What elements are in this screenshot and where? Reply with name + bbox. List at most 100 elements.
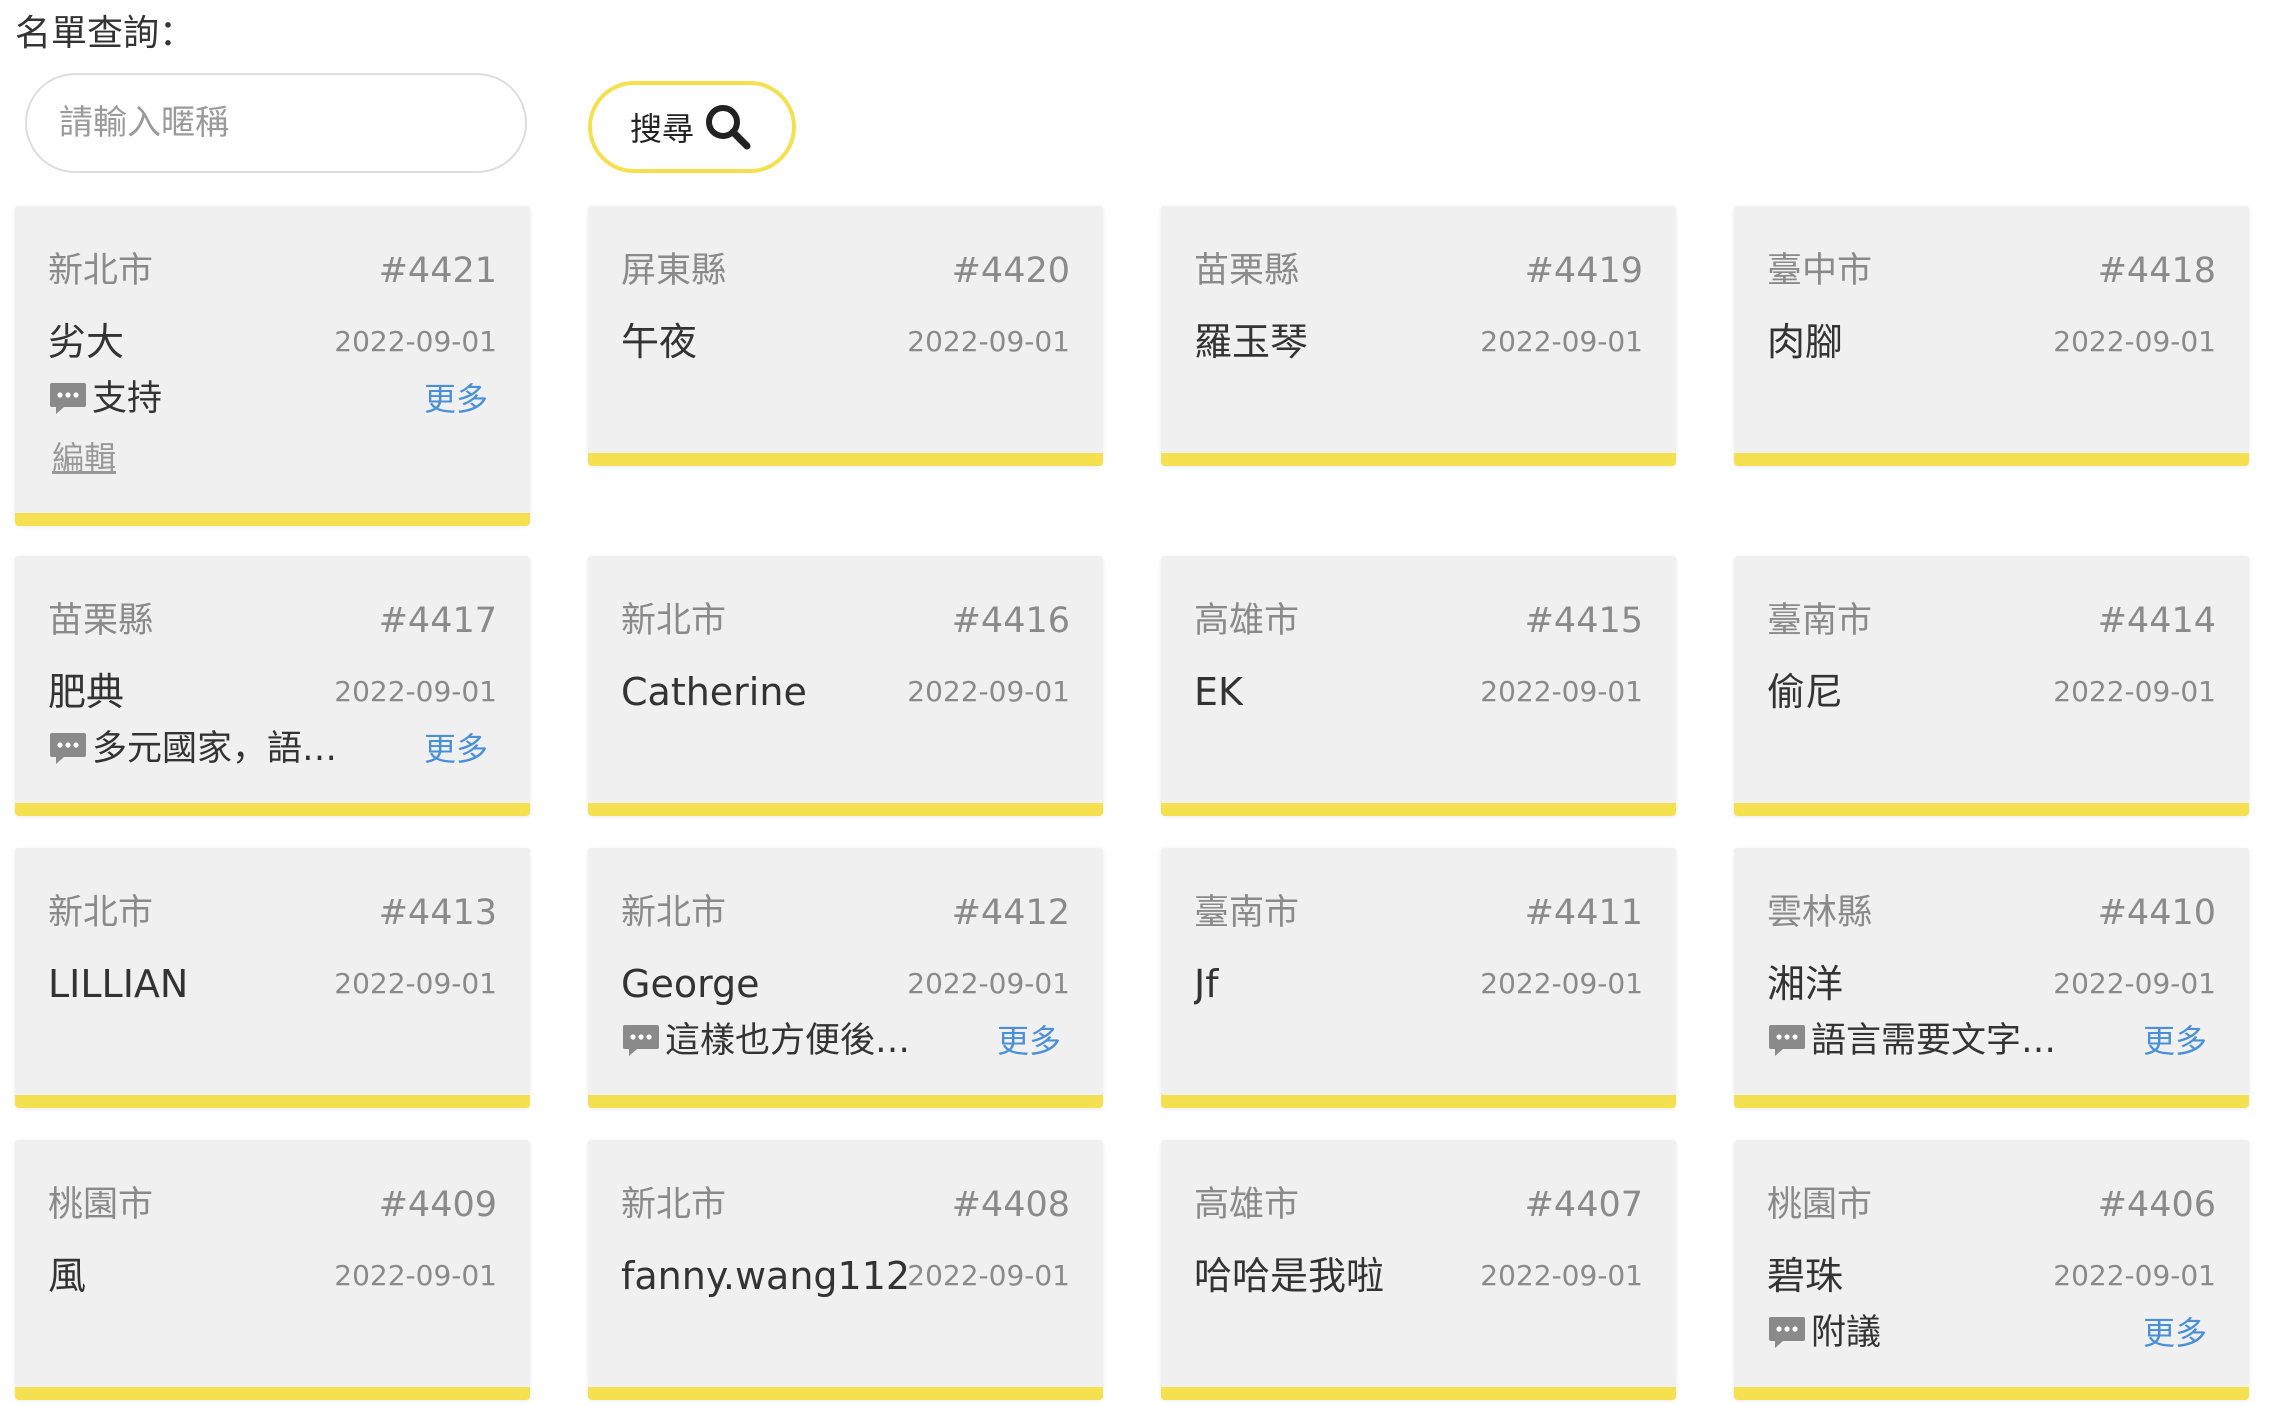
card-id: #4418 [2097, 251, 2216, 291]
card-date: 2022-09-01 [907, 675, 1070, 708]
card-id: #4410 [2097, 893, 2216, 933]
card-id: #4417 [378, 601, 497, 641]
card-nickname: 羅玉琴 [1194, 320, 1309, 364]
card-nickname: 午夜 [621, 320, 698, 364]
card-id: #4409 [378, 1185, 497, 1225]
more-link[interactable]: 更多 [2143, 1306, 2207, 1360]
card-nickname: fanny.wang112 [621, 1254, 911, 1298]
card-region: 桃園市 [48, 1185, 154, 1225]
card-nickname: 肥典 [48, 670, 125, 714]
card-date: 2022-09-01 [1480, 967, 1643, 1000]
card-nickname: 湘洋 [1767, 962, 1844, 1006]
card-date: 2022-09-01 [2053, 675, 2216, 708]
query-label: 名單查詢： [15, 13, 196, 54]
card-id: #4416 [951, 601, 1070, 641]
card-id: #4413 [378, 893, 497, 933]
card-message-text: 附議 [1811, 1313, 1882, 1353]
card-nickname: 風 [48, 1254, 87, 1298]
card-nickname: 哈哈是我啦 [1194, 1254, 1385, 1298]
card-region: 苗栗縣 [1194, 251, 1300, 291]
card-region: 臺南市 [1194, 893, 1300, 933]
card-message: 這樣也方便後… [621, 1014, 910, 1068]
card-region: 臺南市 [1767, 601, 1873, 641]
card-nickname: LILLIAN [48, 962, 189, 1006]
card-date: 2022-09-01 [2053, 967, 2216, 1000]
card-nickname: 偷尼 [1767, 670, 1844, 714]
member-card: 高雄市 #4407 哈哈是我啦 2022-09-01 [1161, 1140, 1676, 1400]
member-card: 桃園市 #4406 碧珠 2022-09-01 附議 更多 [1734, 1140, 2249, 1400]
card-date: 2022-09-01 [907, 1259, 1070, 1292]
card-nickname: 肉腳 [1767, 320, 1844, 364]
member-card: 新北市 #4416 Catherine 2022-09-01 [588, 556, 1103, 816]
card-nickname: 劣大 [48, 320, 125, 364]
more-link[interactable]: 更多 [2143, 1014, 2207, 1068]
card-date: 2022-09-01 [2053, 1259, 2216, 1292]
card-region: 苗栗縣 [48, 601, 154, 641]
card-region: 新北市 [48, 251, 154, 291]
more-link[interactable]: 更多 [997, 1014, 1061, 1068]
card-region: 新北市 [621, 601, 727, 641]
card-id: #4408 [951, 1185, 1070, 1225]
card-message: 附議 [1767, 1306, 1881, 1360]
search-button-label: 搜尋 [629, 110, 694, 148]
member-card: 高雄市 #4415 EK 2022-09-01 [1161, 556, 1676, 816]
card-id: #4419 [1524, 251, 1643, 291]
card-date: 2022-09-01 [1480, 325, 1643, 358]
card-date: 2022-09-01 [334, 325, 497, 358]
member-card: 桃園市 #4409 風 2022-09-01 [15, 1140, 530, 1400]
card-date: 2022-09-01 [2053, 325, 2216, 358]
card-region: 雲林縣 [1767, 893, 1873, 933]
more-link[interactable]: 更多 [424, 372, 488, 426]
search-icon [702, 101, 754, 153]
card-id: #4421 [378, 251, 497, 291]
member-card: 臺南市 #4414 偷尼 2022-09-01 [1734, 556, 2249, 816]
card-message: 支持 [48, 372, 162, 426]
member-card: 屏東縣 #4420 午夜 2022-09-01 [588, 206, 1103, 466]
member-card: 新北市 #4421 劣大 2022-09-01 支持 更多 編輯 [15, 206, 530, 526]
card-region: 臺中市 [1767, 251, 1873, 291]
card-id: #4412 [951, 893, 1070, 933]
card-nickname: George [621, 962, 760, 1006]
card-date: 2022-09-01 [907, 325, 1070, 358]
speech-bubble-icon [621, 1023, 661, 1059]
speech-bubble-icon [1767, 1023, 1807, 1059]
member-card: 苗栗縣 #4419 羅玉琴 2022-09-01 [1161, 206, 1676, 466]
speech-bubble-icon [48, 381, 88, 417]
member-card: 新北市 #4412 George 2022-09-01 這樣也方便後… 更多 [588, 848, 1103, 1108]
speech-bubble-icon [1767, 1315, 1807, 1351]
card-id: #4415 [1524, 601, 1643, 641]
card-nickname: 碧珠 [1767, 1254, 1844, 1298]
card-date: 2022-09-01 [1480, 675, 1643, 708]
more-link[interactable]: 更多 [424, 722, 488, 776]
member-card: 新北市 #4413 LILLIAN 2022-09-01 [15, 848, 530, 1108]
card-region: 高雄市 [1194, 1185, 1300, 1225]
card-region: 新北市 [48, 893, 154, 933]
card-id: #4407 [1524, 1185, 1643, 1225]
member-card: 臺南市 #4411 Jf 2022-09-01 [1161, 848, 1676, 1108]
card-region: 新北市 [621, 893, 727, 933]
card-message-text: 多元國家，語… [92, 729, 338, 769]
card-nickname: Catherine [621, 670, 807, 714]
card-id: #4414 [2097, 601, 2216, 641]
card-message-text: 這樣也方便後… [665, 1021, 911, 1061]
card-id: #4406 [2097, 1185, 2216, 1225]
card-message-text: 語言需要文字… [1811, 1021, 2057, 1061]
card-nickname: EK [1194, 670, 1243, 714]
card-message: 多元國家，語… [48, 722, 337, 776]
edit-link[interactable]: 編輯 [52, 431, 116, 485]
card-id: #4411 [1524, 893, 1643, 933]
search-input[interactable] [25, 73, 527, 173]
card-region: 新北市 [621, 1185, 727, 1225]
card-date: 2022-09-01 [334, 967, 497, 1000]
member-card: 新北市 #4408 fanny.wang112 2022-09-01 [588, 1140, 1103, 1400]
card-date: 2022-09-01 [1480, 1259, 1643, 1292]
card-date: 2022-09-01 [334, 675, 497, 708]
card-message: 語言需要文字… [1767, 1014, 2056, 1068]
member-card: 臺中市 #4418 肉腳 2022-09-01 [1734, 206, 2249, 466]
card-region: 桃園市 [1767, 1185, 1873, 1225]
search-button[interactable]: 搜尋 [588, 81, 796, 173]
member-card: 苗栗縣 #4417 肥典 2022-09-01 多元國家，語… 更多 [15, 556, 530, 816]
card-nickname: Jf [1194, 962, 1219, 1006]
card-message-text: 支持 [92, 379, 163, 419]
card-date: 2022-09-01 [334, 1259, 497, 1292]
